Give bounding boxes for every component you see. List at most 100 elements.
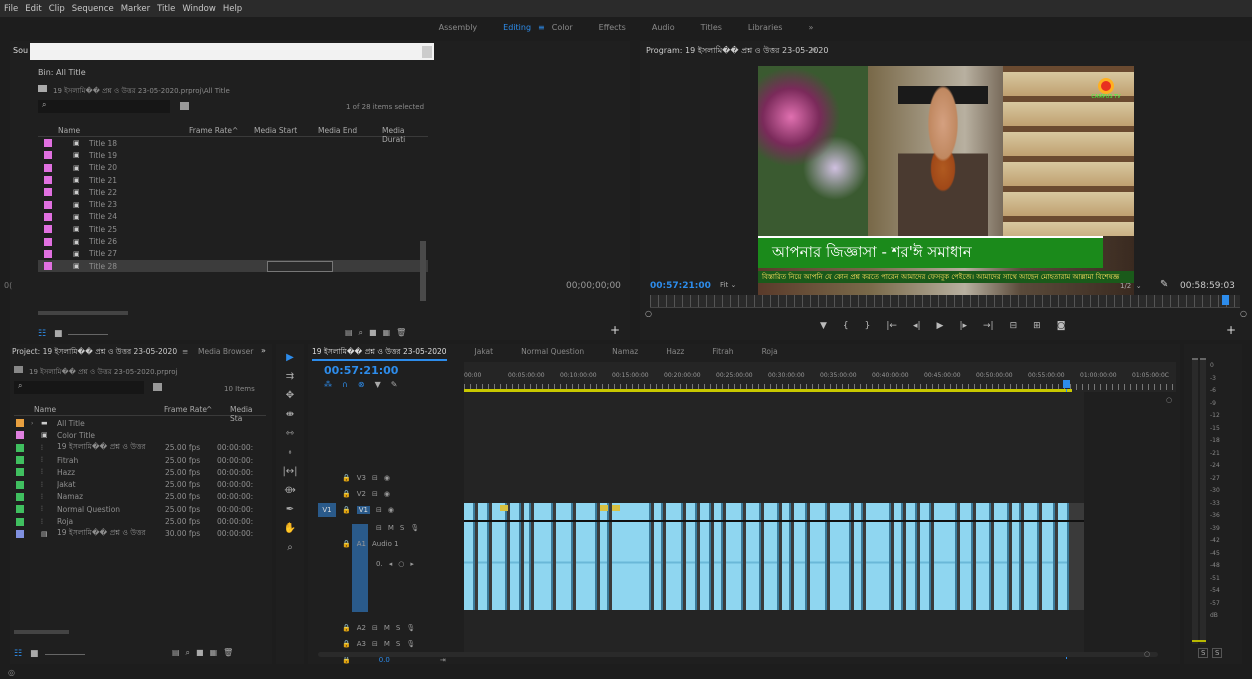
- video-clip[interactable]: [576, 503, 597, 520]
- project-item[interactable]: ▣ Color Title: [14, 429, 266, 441]
- video-clip[interactable]: [714, 503, 723, 520]
- lift-icon[interactable]: ⊟: [1010, 321, 1018, 331]
- audio-clip[interactable]: [830, 522, 851, 610]
- sequence-tab[interactable]: Normal Question: [521, 347, 584, 361]
- ripple-edit-tool-icon[interactable]: ✥: [286, 390, 294, 401]
- project-tab[interactable]: Project: 19 ইসলামি�� প্রশ্ন ও উত্তর 23-0…: [12, 347, 180, 359]
- master-volume[interactable]: 0.0: [379, 656, 390, 664]
- extract-icon[interactable]: ⊞: [1033, 321, 1041, 331]
- video-clip[interactable]: [1012, 503, 1021, 520]
- sequence-tab[interactable]: Jakat: [475, 347, 494, 361]
- zoom-slider[interactable]: [68, 334, 108, 335]
- track-select-tool-icon[interactable]: ⇉: [286, 371, 294, 382]
- project-item[interactable]: ⫶ Namaz 25.00 fps 00:00:00:: [14, 491, 266, 503]
- mute-button[interactable]: M: [388, 524, 394, 532]
- audio-clip[interactable]: [1042, 522, 1055, 610]
- bin-list-item[interactable]: ▣ Title 20: [38, 162, 428, 174]
- track-v2-label[interactable]: V2: [357, 490, 366, 498]
- menu-title[interactable]: Title: [157, 4, 175, 14]
- audio-clip[interactable]: [994, 522, 1009, 610]
- workspace-menu-icon[interactable]: ≡: [538, 23, 545, 32]
- audio-clip[interactable]: [556, 522, 573, 610]
- audio-clip[interactable]: [866, 522, 891, 610]
- video-clip[interactable]: [866, 503, 891, 520]
- slide-tool-icon[interactable]: ⟴: [284, 485, 296, 496]
- track-a2-label[interactable]: A2: [357, 624, 366, 632]
- col-media-end[interactable]: Media End: [318, 126, 357, 135]
- menu-help[interactable]: Help: [223, 4, 242, 14]
- audio-clip[interactable]: [794, 522, 807, 610]
- workspace-4[interactable]: Audio: [652, 23, 675, 32]
- track-a1-label[interactable]: A1: [357, 540, 366, 548]
- project-col-name[interactable]: Name: [34, 405, 56, 414]
- audio-clip[interactable]: [1058, 522, 1069, 610]
- zoom-tool-icon[interactable]: ⌕: [287, 542, 293, 553]
- video-clip[interactable]: [906, 503, 917, 520]
- audio-clip[interactable]: [726, 522, 743, 610]
- eye-icon[interactable]: ◉: [384, 490, 390, 498]
- lock-icon[interactable]: 🔒: [342, 640, 351, 648]
- mic-icon[interactable]: 🎙: [410, 524, 419, 532]
- sequence-tab[interactable]: Fitrah: [712, 347, 733, 361]
- timeline-zoom-handle[interactable]: ○: [1144, 650, 1150, 658]
- project-search-input[interactable]: ⌕: [14, 381, 144, 394]
- eye-icon[interactable]: ◉: [388, 506, 394, 514]
- audio-clip[interactable]: [920, 522, 931, 610]
- timeline-playhead-head[interactable]: [1063, 380, 1070, 388]
- timeline-timecode[interactable]: 00:57:21:00: [324, 364, 398, 377]
- audio-clip[interactable]: [810, 522, 827, 610]
- video-clip[interactable]: [478, 503, 489, 520]
- razor-tool-icon[interactable]: ⬫: [289, 447, 292, 458]
- video-clip[interactable]: [524, 503, 531, 520]
- menu-file[interactable]: File: [4, 4, 18, 14]
- hand-tool-icon[interactable]: ✋: [284, 523, 296, 534]
- sequence-tab[interactable]: Roja: [762, 347, 778, 361]
- more-panels-icon[interactable]: »: [261, 346, 266, 355]
- step-forward-icon[interactable]: |▸: [959, 321, 967, 331]
- video-clip[interactable]: [810, 503, 827, 520]
- snap-icon[interactable]: ∩: [342, 380, 348, 389]
- video-clip[interactable]: [920, 503, 931, 520]
- video-clip[interactable]: [686, 503, 697, 520]
- project-item[interactable]: ⫶ 19 ইসলামি�� প্রশ্ন ও উত্তর 25.00 fps 00:0…: [14, 442, 266, 454]
- track-v3-label[interactable]: V3: [357, 474, 366, 482]
- solo-button[interactable]: S: [396, 640, 400, 648]
- video-clip[interactable]: [854, 503, 863, 520]
- workspace-0[interactable]: Assembly: [439, 23, 478, 32]
- mic-icon[interactable]: 🎙: [406, 640, 415, 648]
- project-col-frame-rate[interactable]: Frame Rate: [164, 405, 207, 414]
- project-item[interactable]: ⫶ Jakat 25.00 fps 00:00:00:: [14, 478, 266, 490]
- program-zoom-handle-right[interactable]: ○: [1240, 309, 1247, 318]
- audio-clip[interactable]: [666, 522, 683, 610]
- project-icon-view-icon[interactable]: ■: [30, 649, 39, 659]
- video-clip[interactable]: [1024, 503, 1039, 520]
- source-timecode[interactable]: 00;00;00;00: [566, 281, 621, 291]
- bin-hscroll[interactable]: [38, 311, 128, 315]
- resolution-dropdown[interactable]: 1/2 ⌄: [1120, 282, 1142, 290]
- audio-clip[interactable]: [686, 522, 697, 610]
- menu-window[interactable]: Window: [182, 4, 216, 14]
- bin-list-item[interactable]: ▣ Title 18: [38, 137, 428, 149]
- audio-clip[interactable]: [894, 522, 903, 610]
- project-item[interactable]: ⫶ Normal Question 25.00 fps 00:00:00:: [14, 503, 266, 515]
- mark-out-icon[interactable]: }: [865, 321, 871, 331]
- clip-area[interactable]: [464, 392, 1084, 652]
- sync-icon[interactable]: ⊟: [372, 474, 378, 482]
- bin-list-item[interactable]: ▣ Title 21: [38, 174, 428, 186]
- bin-list-item[interactable]: ▣ Title 27: [38, 248, 428, 260]
- sync-icon[interactable]: ⊟: [372, 640, 378, 648]
- video-clip[interactable]: [666, 503, 683, 520]
- expand-icon[interactable]: ›: [31, 420, 41, 427]
- col-media-start[interactable]: Media Start: [254, 126, 297, 135]
- audio-clip[interactable]: [782, 522, 791, 610]
- keyframe-icon[interactable]: 0.: [376, 560, 383, 568]
- solo-button[interactable]: S: [396, 624, 400, 632]
- solo-left-button[interactable]: S: [1198, 648, 1209, 658]
- rename-field[interactable]: [267, 260, 334, 272]
- timeline-vscroll-handle[interactable]: ○: [1166, 396, 1172, 404]
- sequence-tab[interactable]: 19 ইসলামি�� প্রশ্ন ও উত্তর 23-05-2020: [312, 347, 447, 361]
- go-to-in-icon[interactable]: |←: [886, 321, 897, 331]
- video-clip[interactable]: [934, 503, 957, 520]
- menu-clip[interactable]: Clip: [49, 4, 65, 14]
- audio-clip[interactable]: [510, 522, 521, 610]
